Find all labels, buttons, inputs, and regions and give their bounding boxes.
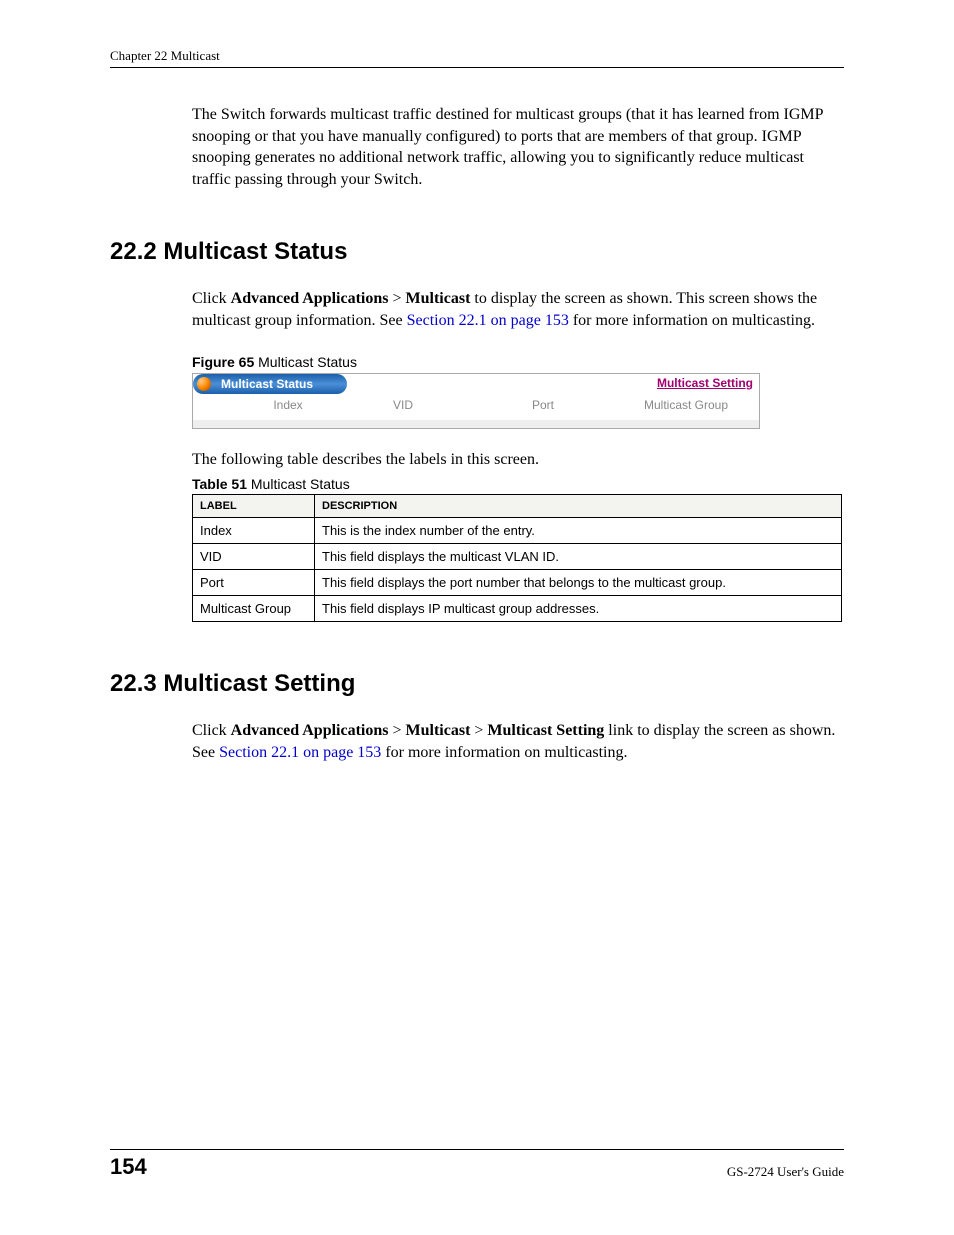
text: > <box>388 290 405 307</box>
row-desc: This field displays the multicast VLAN I… <box>315 544 842 570</box>
table-row: Port This field displays the port number… <box>193 570 842 596</box>
section-22-1-link[interactable]: Section 22.1 on page 153 <box>219 744 381 761</box>
table-label: Table 51 <box>192 476 247 492</box>
col-port: Port <box>473 398 613 412</box>
tab-left-icon <box>193 374 205 394</box>
figure-65-caption: Figure 65 Multicast Status <box>192 354 844 370</box>
col-vid: VID <box>333 398 473 412</box>
text: > <box>470 722 487 739</box>
row-label: Index <box>193 518 315 544</box>
screenshot-columns: Index VID Port Multicast Group <box>193 394 759 420</box>
screenshot-empty-row <box>193 420 759 428</box>
chapter-header: Chapter 22 Multicast <box>110 48 844 68</box>
text: Click <box>192 722 231 739</box>
row-desc: This is the index number of the entry. <box>315 518 842 544</box>
table-intro-paragraph: The following table describes the labels… <box>192 449 844 471</box>
text: Click <box>192 290 231 307</box>
tab-right-icon <box>321 374 347 394</box>
table-row: Multicast Group This field displays IP m… <box>193 596 842 622</box>
screenshot-header: Multicast Status Multicast Setting <box>193 374 759 394</box>
table-row: VID This field displays the multicast VL… <box>193 544 842 570</box>
nav-path-advanced-applications: Advanced Applications <box>231 290 389 307</box>
table-title: Multicast Status <box>247 476 350 492</box>
tab-shape: Multicast Status <box>193 374 347 394</box>
nav-path-multicast-setting: Multicast Setting <box>487 722 604 739</box>
multicast-setting-link[interactable]: Multicast Setting <box>657 376 753 390</box>
section-22-3-heading: 22.3 Multicast Setting <box>110 670 844 698</box>
intro-paragraph: The Switch forwards multicast traffic de… <box>192 104 844 190</box>
section-22-1-link[interactable]: Section 22.1 on page 153 <box>407 312 569 329</box>
th-label: LABEL <box>193 495 315 518</box>
nav-path-advanced-applications: Advanced Applications <box>231 722 389 739</box>
guide-title: GS-2724 User's Guide <box>727 1164 844 1180</box>
section-22-2-paragraph: Click Advanced Applications > Multicast … <box>192 288 844 331</box>
section-22-3-paragraph: Click Advanced Applications > Multicast … <box>192 720 844 763</box>
section-22-2-heading: 22.2 Multicast Status <box>110 238 844 266</box>
nav-path-multicast: Multicast <box>406 722 471 739</box>
page-footer: 154 GS-2724 User's Guide <box>110 1149 844 1180</box>
row-label: Multicast Group <box>193 596 315 622</box>
tab-ball-icon <box>197 377 211 391</box>
multicast-status-screenshot: Multicast Status Multicast Setting Index… <box>192 373 760 429</box>
col-mgroup: Multicast Group <box>613 398 759 412</box>
th-description: DESCRIPTION <box>315 495 842 518</box>
text: for more information on multicasting. <box>569 312 815 329</box>
table-header-row: LABEL DESCRIPTION <box>193 495 842 518</box>
tab-title: Multicast Status <box>205 374 321 394</box>
text: > <box>388 722 405 739</box>
row-desc: This field displays the port number that… <box>315 570 842 596</box>
table-51-caption: Table 51 Multicast Status <box>192 476 844 492</box>
row-label: VID <box>193 544 315 570</box>
nav-path-multicast: Multicast <box>406 290 471 307</box>
table-row: Index This is the index number of the en… <box>193 518 842 544</box>
page-number: 154 <box>110 1154 147 1180</box>
row-desc: This field displays IP multicast group a… <box>315 596 842 622</box>
text: for more information on multicasting. <box>381 744 627 761</box>
figure-title: Multicast Status <box>254 354 357 370</box>
multicast-status-table: LABEL DESCRIPTION Index This is the inde… <box>192 494 842 622</box>
col-index: Index <box>193 398 333 412</box>
figure-label: Figure 65 <box>192 354 254 370</box>
row-label: Port <box>193 570 315 596</box>
